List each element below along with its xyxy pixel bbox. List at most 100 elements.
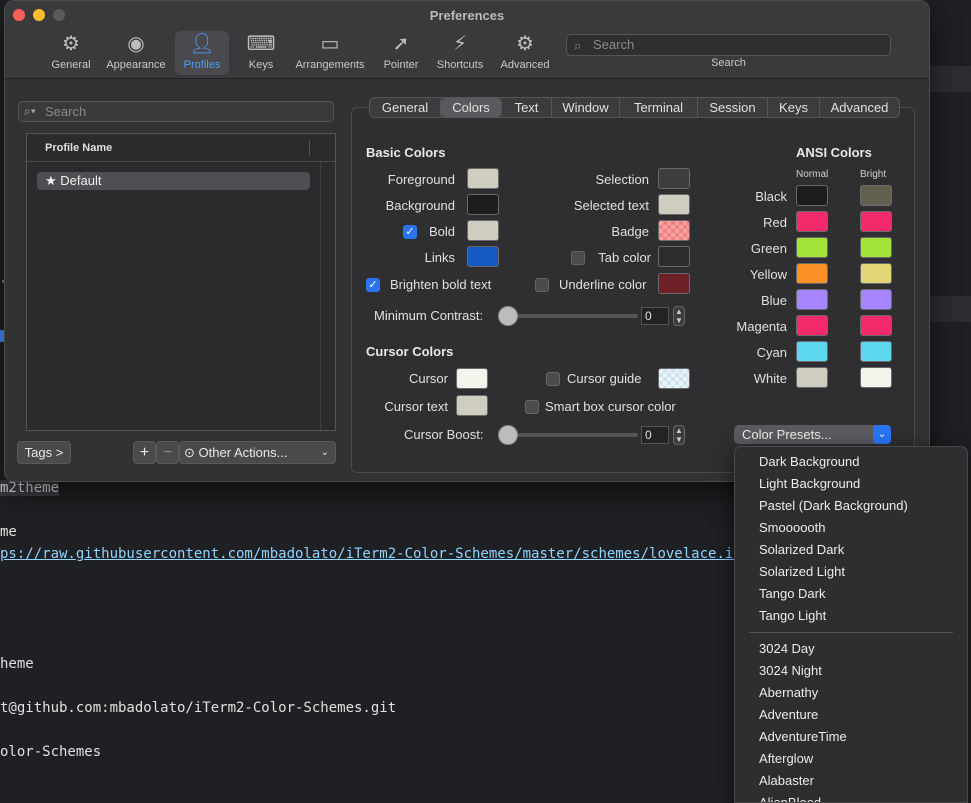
menu-item[interactable]: Afterglow <box>759 751 813 766</box>
ansi-blue-bright-swatch[interactable] <box>860 289 892 310</box>
ansi-white-bright-swatch[interactable] <box>860 367 892 388</box>
ansi-magenta-normal-swatch[interactable] <box>796 315 828 336</box>
min-contrast-field[interactable]: 0 <box>641 307 669 325</box>
menu-item[interactable]: Smoooooth <box>759 520 826 535</box>
toolbar-advanced[interactable]: ⚙ Advanced <box>495 31 555 75</box>
ansi-yellow-bright-swatch[interactable] <box>860 263 892 284</box>
menu-item[interactable]: Tango Dark <box>759 586 825 601</box>
selected-text-swatch[interactable] <box>658 194 690 215</box>
menu-item[interactable]: AdventureTime <box>759 729 847 744</box>
ansi-red-bright-swatch[interactable] <box>860 211 892 232</box>
ansi-label-cyan: Cyan <box>756 345 787 360</box>
cursor-boost-field[interactable]: 0 <box>641 426 669 444</box>
menu-separator <box>749 632 953 633</box>
terminal-link[interactable]: ps://raw.githubusercontent.com/mbadolato… <box>0 546 775 562</box>
cursor-boost-stepper[interactable]: ▲ ▼ <box>673 425 685 445</box>
toolbar-appearance[interactable]: ◉ Appearance <box>101 31 171 75</box>
search-icon: ⌕ <box>574 38 582 53</box>
ansi-black-normal-swatch[interactable] <box>796 185 828 206</box>
selection-swatch[interactable] <box>658 168 690 189</box>
ansi-blue-normal-swatch[interactable] <box>796 289 828 310</box>
ansi-yellow-normal-swatch[interactable] <box>796 263 828 284</box>
gear-icon: ⚙ <box>62 33 80 55</box>
tab-general[interactable]: General <box>370 98 441 117</box>
cursor-guide-checkbox[interactable] <box>546 372 560 386</box>
other-actions-button[interactable]: ⊙ Other Actions... ⌄ <box>179 441 336 464</box>
ansi-black-bright-swatch[interactable] <box>860 185 892 206</box>
underline-color-swatch[interactable] <box>658 273 690 294</box>
menu-item[interactable]: Solarized Dark <box>759 542 844 557</box>
toolbar-search-label: Search <box>711 57 746 69</box>
smart-box-checkbox[interactable] <box>525 400 539 414</box>
cursor-swatch[interactable] <box>456 368 488 389</box>
menu-item[interactable]: Adventure <box>759 707 818 722</box>
tab-session[interactable]: Session <box>698 98 768 117</box>
ansi-green-normal-swatch[interactable] <box>796 237 828 258</box>
menu-item[interactable]: AlienBlood <box>759 795 821 802</box>
chevron-down-icon: ⌄ <box>320 447 329 458</box>
min-contrast-slider[interactable] <box>508 314 638 318</box>
bold-label: Bold <box>428 224 455 239</box>
menu-item[interactable]: Abernathy <box>759 685 818 700</box>
tab-text[interactable]: Text <box>502 98 552 117</box>
foreground-swatch[interactable] <box>467 168 499 189</box>
profile-name-header[interactable]: Profile Name <box>27 134 335 162</box>
profile-search-input[interactable]: ⌕▾ Search <box>18 101 334 122</box>
tab-advanced[interactable]: Advanced <box>820 98 899 117</box>
menu-item[interactable]: Tango Light <box>759 608 826 623</box>
ansi-label-magenta: Magenta <box>736 319 787 334</box>
ansi-green-bright-swatch[interactable] <box>860 237 892 258</box>
menu-item[interactable]: Pastel (Dark Background) <box>759 498 908 513</box>
tab-colors[interactable]: Colors <box>441 98 502 117</box>
tab-terminal[interactable]: Terminal <box>620 98 698 117</box>
pointer-icon: ➚ <box>392 33 410 55</box>
toolbar-shortcuts[interactable]: ⚡︎ Shortcuts <box>431 31 489 75</box>
color-presets-button[interactable]: Color Presets... ⌄ <box>734 425 891 444</box>
underline-color-checkbox[interactable] <box>535 278 549 292</box>
ansi-magenta-bright-swatch[interactable] <box>860 315 892 336</box>
menu-item[interactable]: Solarized Light <box>759 564 845 579</box>
links-label: Links <box>424 250 455 265</box>
cursor-boost-knob[interactable] <box>498 425 518 445</box>
tags-button[interactable]: Tags > <box>17 441 71 464</box>
toolbar-general[interactable]: ⚙ General <box>47 31 95 75</box>
cursor-text-label: Cursor text <box>384 399 448 414</box>
min-contrast-stepper[interactable]: ▲ ▼ <box>673 306 685 326</box>
bold-swatch[interactable] <box>467 220 499 241</box>
min-contrast-knob[interactable] <box>498 306 518 326</box>
ansi-cyan-normal-swatch[interactable] <box>796 341 828 362</box>
profile-list-scrollbar[interactable] <box>320 162 335 430</box>
cursor-text-swatch[interactable] <box>456 395 488 416</box>
links-swatch[interactable] <box>467 246 499 267</box>
add-profile-button[interactable]: + <box>133 441 156 464</box>
toolbar-label: Advanced <box>500 59 550 71</box>
ansi-white-normal-swatch[interactable] <box>796 367 828 388</box>
tab-window[interactable]: Window <box>552 98 620 117</box>
tab-keys[interactable]: Keys <box>768 98 820 117</box>
tab-color-checkbox[interactable] <box>571 251 585 265</box>
tab-color-label: Tab color <box>598 250 651 265</box>
toolbar-pointer[interactable]: ➚ Pointer <box>377 31 425 75</box>
toolbar-label: Keys <box>248 59 274 71</box>
cursor-guide-swatch[interactable] <box>658 368 690 389</box>
cursor-boost-slider[interactable] <box>508 433 638 437</box>
underline-color-label: Underline color <box>559 277 647 292</box>
background-swatch[interactable] <box>467 194 499 215</box>
ansi-cyan-bright-swatch[interactable] <box>860 341 892 362</box>
tab-color-swatch[interactable] <box>658 246 690 267</box>
menu-item[interactable]: 3024 Day <box>759 641 815 656</box>
ansi-label-black: Black <box>755 189 787 204</box>
menu-item[interactable]: Light Background <box>759 476 860 491</box>
toolbar-arrangements[interactable]: ▭ Arrangements <box>289 31 371 75</box>
toolbar-profiles[interactable]: 👤︎ Profiles <box>175 31 229 75</box>
menu-item[interactable]: Alabaster <box>759 773 814 788</box>
menu-item[interactable]: 3024 Night <box>759 663 822 678</box>
badge-swatch[interactable] <box>658 220 690 241</box>
ansi-red-normal-swatch[interactable] <box>796 211 828 232</box>
profile-row-default[interactable]: ★ Default <box>37 172 310 190</box>
toolbar-search-input[interactable]: ⌕ Search <box>566 34 891 56</box>
toolbar-keys[interactable]: ⌨ Keys <box>239 31 283 75</box>
brighten-bold-checkbox[interactable]: ✓ <box>366 278 380 292</box>
menu-item[interactable]: Dark Background <box>759 454 859 469</box>
remove-profile-button[interactable]: − <box>156 441 179 464</box>
